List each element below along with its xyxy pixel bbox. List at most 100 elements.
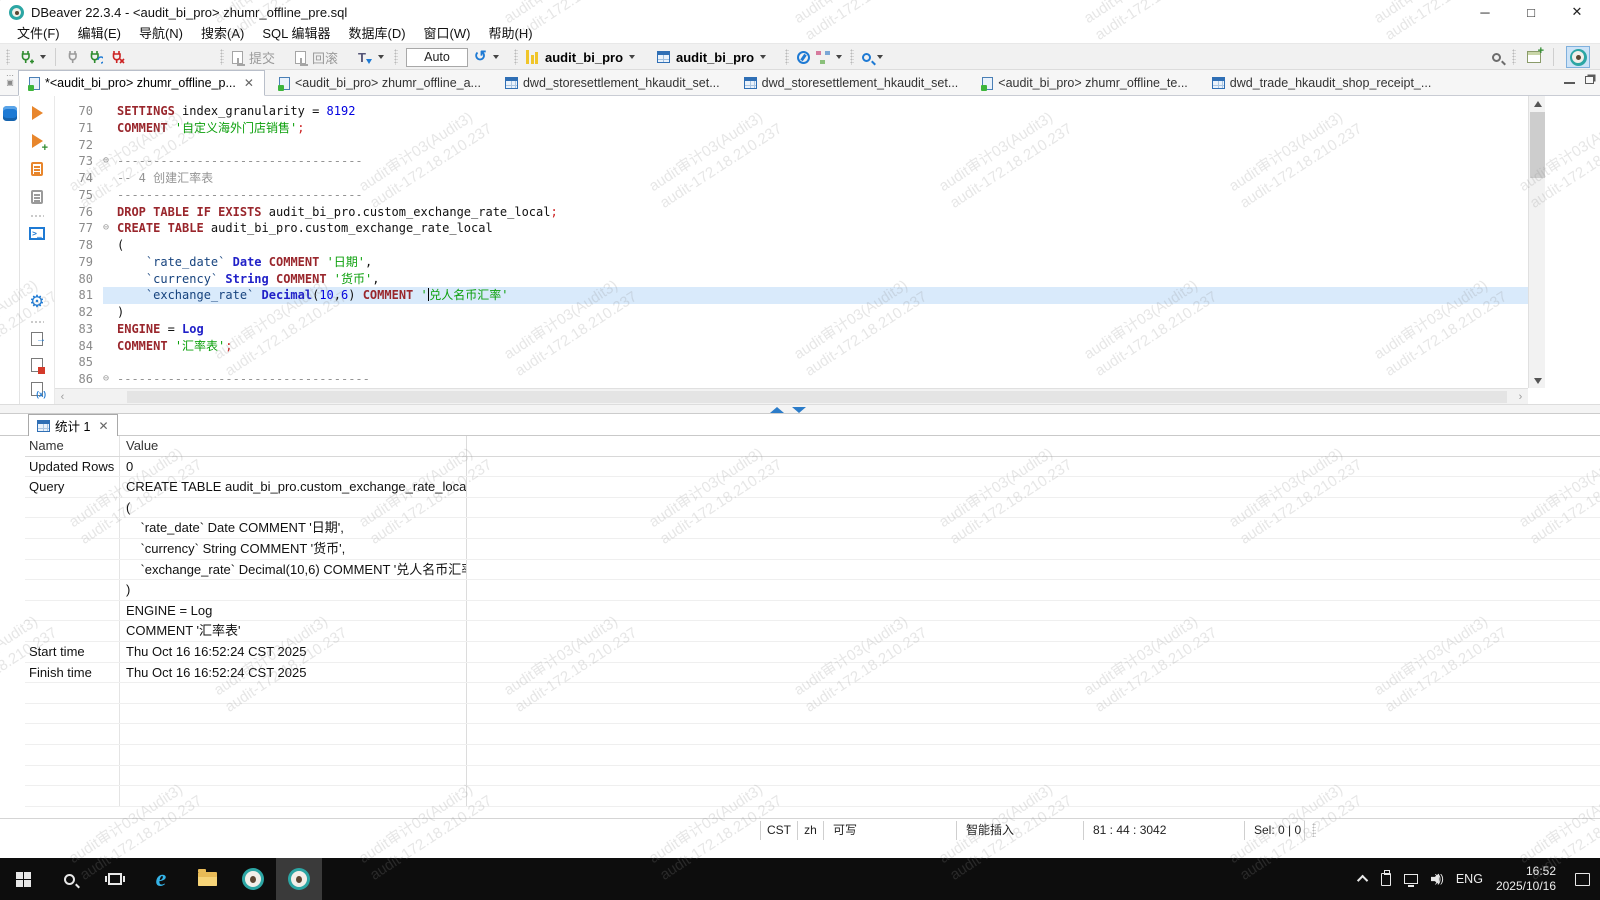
fold-marker-icon[interactable]: ⊖: [103, 153, 117, 170]
editor-line-75[interactable]: 75----------------------------------: [55, 187, 1528, 204]
close-tab-icon[interactable]: ✕: [244, 76, 254, 90]
scroll-down-arrow[interactable]: [1529, 373, 1546, 388]
editor-line-73[interactable]: 73⊖----------------------------------: [55, 153, 1528, 170]
editor-line-83[interactable]: 83ENGINE = Log: [55, 321, 1528, 338]
editor-line-74[interactable]: 74-- 4 创建汇率表: [55, 170, 1528, 187]
catalog-dropdown[interactable]: [760, 55, 766, 59]
editor-line-84[interactable]: 84COMMENT '汇率表';: [55, 338, 1528, 355]
status-segment-5[interactable]: 81 : 44 : 3042: [1083, 821, 1244, 840]
taskbar-search-button[interactable]: [46, 858, 92, 900]
restore-editor-icon[interactable]: [1585, 76, 1594, 84]
editor-tab-5[interactable]: <audit_bi_pro> zhumr_offline_te...: [972, 70, 1197, 96]
search-dropdown[interactable]: [877, 55, 883, 59]
editor-tab-3[interactable]: dwd_storesettlement_hkaudit_set...: [495, 70, 730, 96]
minimize-editor-icon[interactable]: [1564, 75, 1575, 84]
close-tab-icon[interactable]: ✕: [98, 419, 108, 433]
minimize-button[interactable]: ─: [1462, 0, 1508, 24]
usb-tray-icon[interactable]: [1381, 873, 1391, 886]
tray-expand-icon[interactable]: [1357, 875, 1368, 886]
grid-row[interactable]: QueryCREATE TABLE audit_bi_pro.custom_ex…: [25, 477, 1600, 498]
panel-sash[interactable]: [0, 404, 1600, 414]
diagram-dropdown[interactable]: [836, 55, 842, 59]
grid-row[interactable]: ENGINE = Log: [25, 601, 1600, 622]
grid-row[interactable]: [25, 683, 1600, 704]
reconnect-icon[interactable]: [87, 49, 103, 65]
rollback-button[interactable]: 回滚: [312, 48, 338, 67]
quick-search-icon[interactable]: [1492, 53, 1501, 62]
execute-statement-icon[interactable]: [28, 104, 46, 122]
editor-line-72[interactable]: 72: [55, 137, 1528, 154]
grid-row[interactable]: [25, 766, 1600, 787]
menu-item-5[interactable]: SQL 编辑器: [253, 24, 339, 44]
editor-line-70[interactable]: 70SETTINGS index_granularity = 8192: [55, 103, 1528, 120]
grid-row[interactable]: COMMENT '汇率表': [25, 621, 1600, 642]
maximize-results-icon[interactable]: [770, 407, 784, 413]
connection-selector[interactable]: audit_bi_pro: [545, 50, 623, 65]
new-connection-icon[interactable]: [18, 49, 34, 65]
sql-editor[interactable]: 70SETTINGS index_granularity = 819271COM…: [55, 96, 1528, 388]
editor-tab-6[interactable]: dwd_trade_hkaudit_shop_receipt_...: [1202, 70, 1442, 96]
invalidate-connection-icon[interactable]: [109, 49, 125, 65]
menu-item-7[interactable]: 窗口(W): [415, 24, 480, 44]
editor-horizontal-scrollbar[interactable]: ‹ ›: [55, 388, 1528, 404]
editor-tab-4[interactable]: dwd_storesettlement_hkaudit_set...: [734, 70, 969, 96]
dbeaver-taskbar-button[interactable]: [230, 858, 276, 900]
grid-row[interactable]: [25, 724, 1600, 745]
grid-row[interactable]: `rate_date` Date COMMENT '日期',: [25, 518, 1600, 539]
menu-item-3[interactable]: 导航(N): [130, 24, 192, 44]
menu-item-8[interactable]: 帮助(H): [479, 24, 541, 44]
internet-explorer-button[interactable]: e: [138, 858, 184, 900]
grid-row[interactable]: [25, 704, 1600, 725]
task-view-button[interactable]: [92, 858, 138, 900]
editor-tab-1[interactable]: *<audit_bi_pro> zhumr_offline_p...✕: [18, 70, 265, 96]
statistics-tab[interactable]: 统计 1 ✕: [28, 414, 118, 436]
database-navigator-icon[interactable]: [3, 106, 17, 121]
sql-terminal-icon[interactable]: >_: [28, 224, 46, 242]
execute-new-tab-icon[interactable]: +: [28, 132, 46, 150]
new-connection-dropdown[interactable]: [40, 55, 46, 59]
er-diagram-icon[interactable]: [816, 51, 830, 64]
maximize-button[interactable]: □: [1508, 0, 1554, 24]
grid-row[interactable]: [25, 786, 1600, 807]
editor-line-80[interactable]: 80 `currency` String COMMENT '货币',: [55, 271, 1528, 288]
status-segment-3[interactable]: 可写: [823, 821, 956, 840]
fold-marker-icon[interactable]: ⊖: [103, 371, 117, 388]
scroll-left-arrow[interactable]: ‹: [55, 389, 70, 405]
transaction-log-icon[interactable]: ↺: [474, 50, 487, 64]
editor-line-71[interactable]: 71COMMENT '自定义海外门店销售';: [55, 120, 1528, 137]
horizontal-scroll-thumb[interactable]: [127, 391, 1507, 403]
dbeaver-taskbar-button-active[interactable]: [276, 858, 322, 900]
new-table-icon[interactable]: [1527, 51, 1541, 63]
editor-line-86[interactable]: 86⊖-----------------------------------: [55, 371, 1528, 388]
editor-line-78[interactable]: 78(: [55, 237, 1528, 254]
script-variables-icon[interactable]: (x): [28, 380, 46, 398]
export-script-icon[interactable]: →: [28, 330, 46, 348]
file-explorer-button[interactable]: [184, 858, 230, 900]
settings-gear-icon[interactable]: ⚙: [28, 292, 46, 310]
transaction-log-dropdown[interactable]: [493, 55, 499, 59]
status-segment-1[interactable]: CST: [760, 821, 797, 840]
grid-row[interactable]: Finish timeThu Oct 16 16:52:24 CST 2025: [25, 663, 1600, 684]
disconnect-icon[interactable]: [65, 49, 81, 65]
menu-item-6[interactable]: 数据库(D): [340, 24, 415, 44]
save-to-file-icon[interactable]: [28, 356, 46, 374]
grid-row[interactable]: `currency` String COMMENT '货币',: [25, 539, 1600, 560]
status-segment-4[interactable]: 智能插入: [956, 821, 1083, 840]
grid-row[interactable]: ): [25, 580, 1600, 601]
minimize-results-icon[interactable]: [792, 407, 806, 413]
fold-marker-icon[interactable]: ⊖: [103, 220, 117, 237]
menu-item-2[interactable]: 编辑(E): [69, 24, 130, 44]
status-segment-2[interactable]: zh: [797, 821, 823, 840]
column-header-value[interactable]: Value: [120, 436, 467, 456]
user-profile-button[interactable]: [1566, 46, 1590, 68]
editor-vertical-scrollbar[interactable]: [1528, 96, 1545, 388]
sql-search-icon[interactable]: [862, 53, 871, 62]
editor-line-81[interactable]: 81 `exchange_rate` Decimal(10,6) COMMENT…: [55, 287, 1528, 304]
catalog-selector[interactable]: audit_bi_pro: [676, 50, 754, 65]
grid-row[interactable]: Start timeThu Oct 16 16:52:24 CST 2025: [25, 642, 1600, 663]
grid-row[interactable]: [25, 745, 1600, 766]
grid-row[interactable]: Updated Rows0: [25, 457, 1600, 478]
transaction-mode-icon[interactable]: T: [358, 50, 366, 65]
close-button[interactable]: ✕: [1554, 0, 1600, 24]
column-header-name[interactable]: Name: [25, 436, 120, 456]
